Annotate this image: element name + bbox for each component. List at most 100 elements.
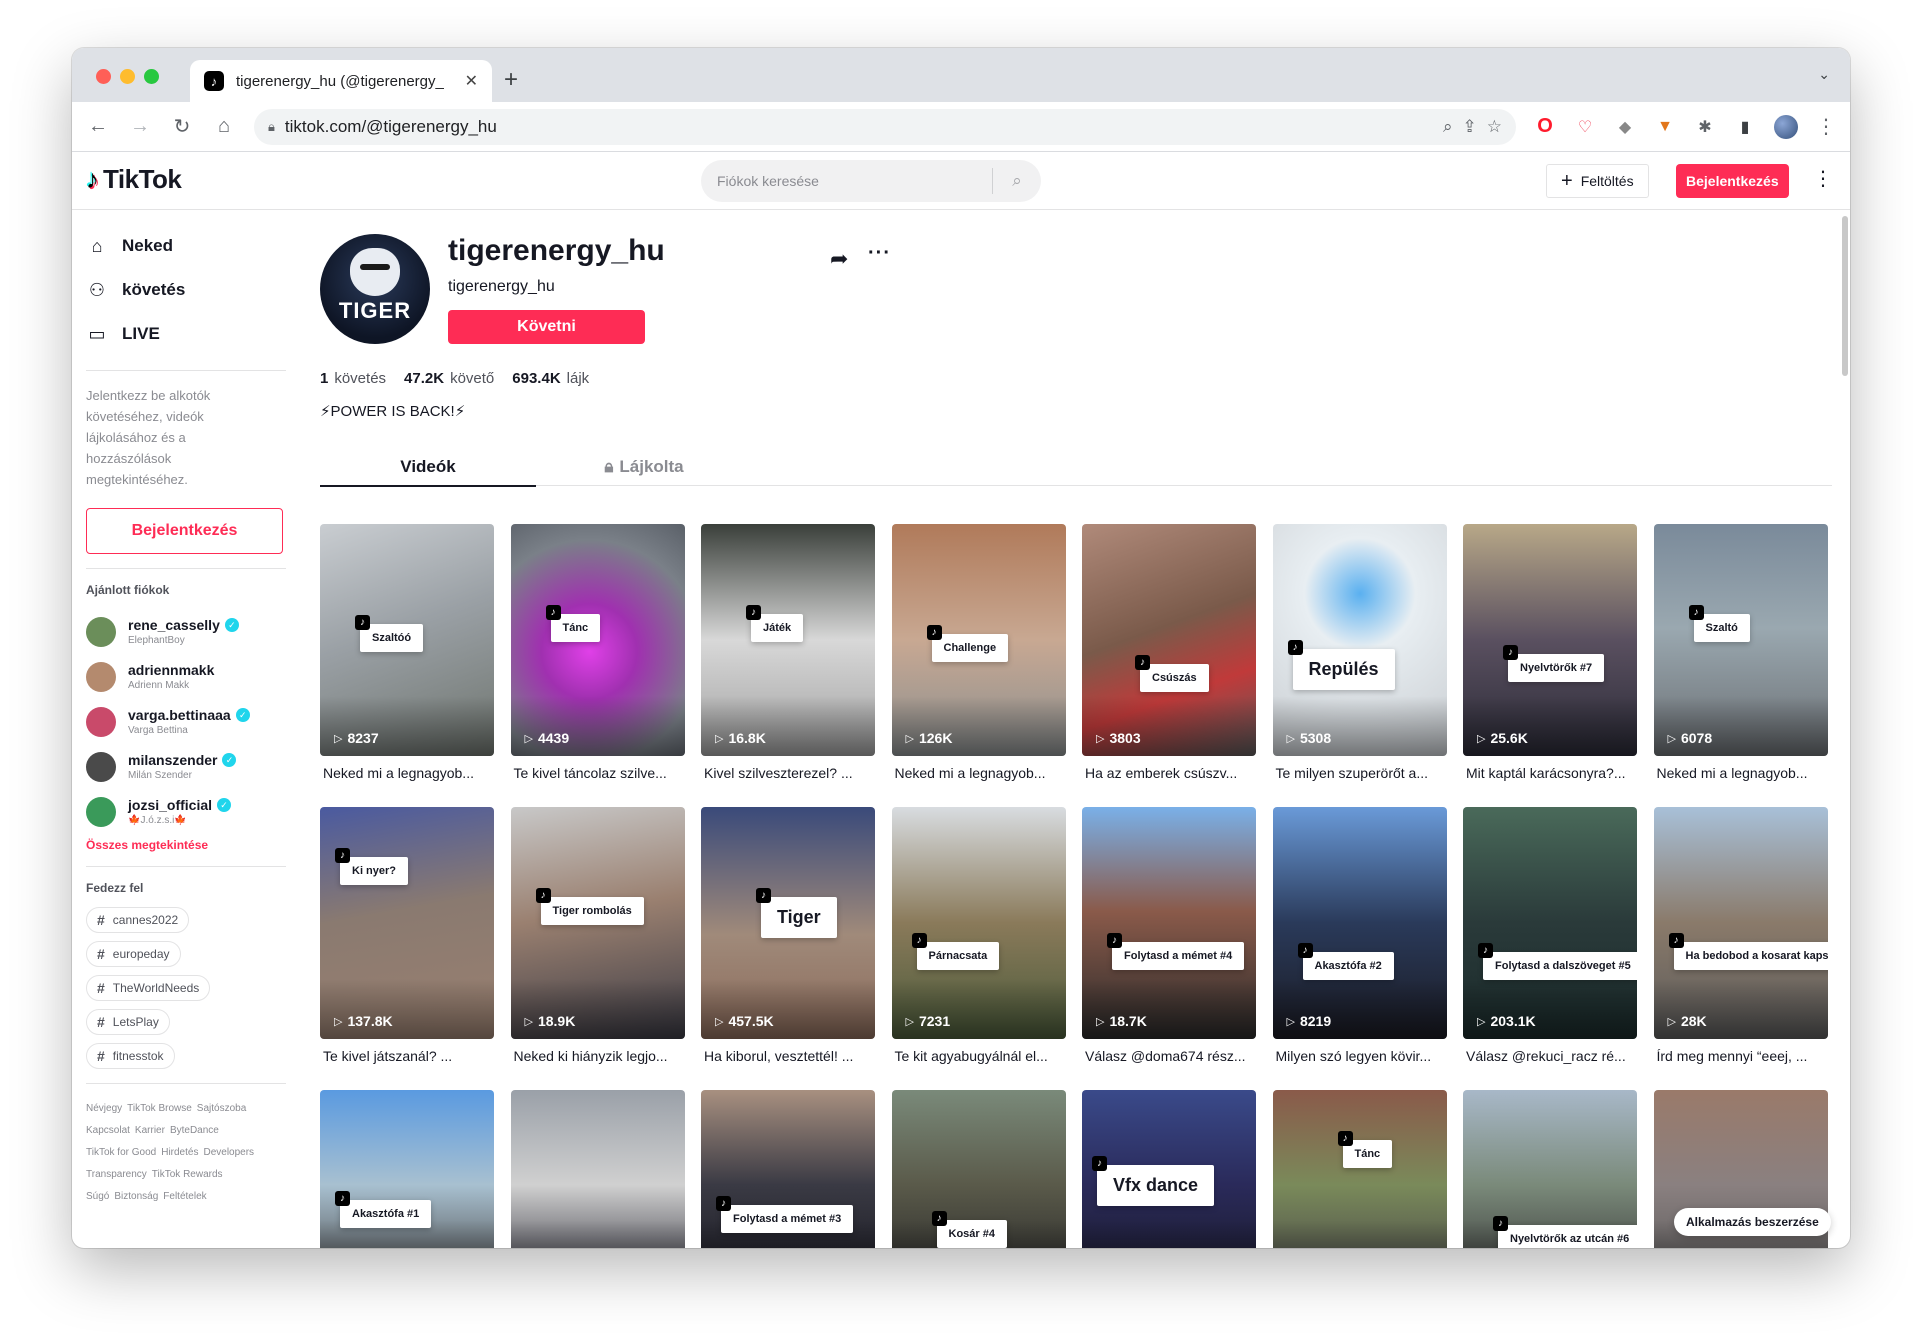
video-caption[interactable]: Mit kaptál karácsonyra?...	[1463, 765, 1637, 781]
video-caption[interactable]: Ha az emberek csúszv...	[1082, 765, 1256, 781]
header-more-icon[interactable]: ⋮	[1813, 166, 1833, 191]
video-thumbnail[interactable]: Csúszás ▷3803	[1082, 524, 1256, 756]
tab-search-chevron-icon[interactable]: ⌄	[1818, 66, 1830, 83]
video-caption[interactable]: Te kit agyabugyálnál el...	[892, 1048, 1066, 1064]
lock-icon[interactable]: 🔒︎	[268, 119, 275, 135]
footer-link[interactable]: TikTok Rewards	[152, 1169, 223, 1180]
close-window-button[interactable]	[96, 69, 111, 84]
footer-link[interactable]: ByteDance	[170, 1125, 219, 1136]
video-caption[interactable]: Milyen szó legyen kövir...	[1273, 1048, 1447, 1064]
video-thumbnail[interactable]: Folytasd a mémet #3	[701, 1090, 875, 1248]
video-thumbnail[interactable]: Folytasd a dalszöveget #5 ▷203.1K	[1463, 807, 1637, 1039]
url-text[interactable]: tiktok.com/@tigerenergy_hu	[285, 117, 1433, 137]
hashtag-chip[interactable]: # europeday	[86, 941, 181, 967]
footer-link[interactable]: Sajtószoba	[197, 1103, 246, 1114]
video-card[interactable]: Tánc ▷4439 Te kivel táncolaz szilve...	[510, 524, 685, 807]
video-thumbnail[interactable]: Tánc ▷4439	[510, 524, 685, 756]
video-thumbnail[interactable]: Párnacsata ▷7231	[891, 807, 1066, 1039]
dropbox-extension-icon[interactable]: ◆	[1614, 116, 1636, 138]
video-card[interactable]: Tiger ▷457.5K Ha kiborul, vesztettél! ...	[701, 807, 875, 1090]
footer-link[interactable]: TikTok Browse	[127, 1103, 192, 1114]
video-card[interactable]: Repülés ▷5308 Te milyen szuperörőt a...	[1272, 524, 1447, 807]
video-card[interactable]: Ha bedobod a kosarat kapsz egy Tigert! ▷2…	[1653, 807, 1828, 1090]
video-card[interactable]: Kosár #4	[891, 1090, 1066, 1248]
video-card[interactable]: Ki nyer? ▷137.8K Te kivel játszanál? ...	[320, 807, 494, 1090]
back-arrow-icon[interactable]: ←	[86, 115, 110, 138]
follow-button[interactable]: Követni	[448, 310, 645, 344]
video-card[interactable]: Folytasd a mémet #4 ▷18.7K Válasz @doma674…	[1082, 807, 1256, 1090]
suggested-account[interactable]: rene_casselly ✓ ElephantBoy	[86, 609, 286, 654]
header-login-button[interactable]: Bejelentkezés	[1676, 164, 1789, 198]
tiktok-logo[interactable]: ♪ TikTok	[86, 164, 182, 195]
hashtag-chip[interactable]: # fitnesstok	[86, 1043, 175, 1069]
video-card[interactable]: Csúszás ▷3803 Ha az emberek csúszv...	[1082, 524, 1256, 807]
search-input[interactable]	[717, 173, 992, 189]
video-caption[interactable]: Neked mi a legnagyob...	[892, 765, 1066, 781]
footer-link[interactable]: Karrier	[135, 1125, 165, 1136]
footer-link[interactable]: Feltételek	[163, 1191, 206, 1202]
extensions-puzzle-icon[interactable]: ✱	[1694, 116, 1716, 138]
avatar[interactable]	[86, 796, 116, 827]
close-tab-icon[interactable]: ✕	[465, 71, 478, 91]
address-bar[interactable]: 🔒︎ tiktok.com/@tigerenergy_hu ⌕ ⇪ ☆	[254, 108, 1516, 145]
footer-link[interactable]: Hirdetés	[161, 1147, 198, 1158]
video-thumbnail[interactable]: Challenge ▷126K	[891, 524, 1066, 756]
video-card[interactable]: Játék ▷16.8K Kivel szilveszterezel? ...	[701, 524, 875, 807]
video-caption[interactable]: Neked mi a legnagyob...	[1654, 765, 1828, 781]
video-thumbnail[interactable]: Nyelvtörők #7 ▷25.6K	[1463, 524, 1637, 756]
home-button-icon[interactable]: ⌂	[212, 115, 236, 138]
video-thumbnail[interactable]: Folytasd a mémet #4 ▷18.7K	[1082, 807, 1256, 1039]
pocket-extension-icon[interactable]: ♡	[1574, 116, 1596, 138]
forward-arrow-icon[interactable]: →	[128, 115, 152, 138]
browser-menu-icon[interactable]: ⋮	[1816, 114, 1836, 139]
footer-link[interactable]: Súgó	[86, 1191, 109, 1202]
video-card[interactable]: Nyelvtörők az utcán #6	[1463, 1090, 1637, 1248]
zoom-icon[interactable]: ⌕	[1443, 117, 1453, 137]
new-tab-icon[interactable]: +	[504, 66, 518, 94]
video-thumbnail[interactable]: Akasztófa #1	[320, 1090, 494, 1248]
video-card[interactable]	[510, 1090, 685, 1248]
video-caption[interactable]: Te kivel játszanál? ...	[320, 1048, 494, 1064]
video-caption[interactable]: Ha kiborul, vesztettél! ...	[701, 1048, 875, 1064]
avatar[interactable]	[86, 616, 116, 647]
video-thumbnail[interactable]: Ha bedobod a kosarat kapsz egy Tigert! ▷2…	[1653, 807, 1828, 1039]
sidebar-item-for-you[interactable]: ⌂ Neked	[86, 224, 286, 268]
opera-extension-icon[interactable]: O	[1534, 115, 1556, 138]
sidebar-item-following[interactable]: ⚇ követés	[86, 268, 286, 312]
more-options-icon[interactable]: ···	[868, 242, 891, 265]
avatar[interactable]	[86, 706, 116, 737]
search-icon[interactable]: ⌕	[993, 171, 1041, 191]
video-thumbnail[interactable]: Szaltó ▷6078	[1653, 524, 1828, 756]
video-card[interactable]: Nyelvtörők #7 ▷25.6K Mit kaptál karácsonyr…	[1463, 524, 1637, 807]
video-thumbnail[interactable]	[510, 1090, 685, 1248]
suggested-account[interactable]: milanszender ✓ Milán Szender	[86, 744, 286, 789]
suggested-account[interactable]: jozsi_official ✓ 🍁J.ó.z.s.i🍁	[86, 789, 286, 834]
video-caption[interactable]: Írd meg mennyi “eeej, ...	[1654, 1048, 1828, 1064]
upload-button[interactable]: + Feltöltés	[1546, 164, 1649, 198]
hashtag-chip[interactable]: # TheWorldNeeds	[86, 975, 211, 1001]
suggested-account[interactable]: adriennmakk Adrienn Makk	[86, 654, 286, 699]
footer-link[interactable]: Kapcsolat	[86, 1125, 130, 1136]
avatar[interactable]	[86, 751, 116, 782]
video-thumbnail[interactable]: Repülés ▷5308	[1272, 524, 1447, 756]
video-caption[interactable]: Válasz @rekuci_racz ré...	[1463, 1048, 1637, 1064]
maximize-window-button[interactable]	[144, 69, 159, 84]
video-card[interactable]: Szaltó ▷6078 Neked mi a legnagyob...	[1653, 524, 1828, 807]
following-stat[interactable]: 1 követés	[320, 370, 386, 387]
video-card[interactable]: Szaltóó ▷8237 Neked mi a legnagyob...	[320, 524, 494, 807]
video-card[interactable]: Vfx dance	[1082, 1090, 1256, 1248]
get-app-button[interactable]: Alkalmazás beszerzése	[1674, 1208, 1831, 1236]
video-thumbnail[interactable]: Kosár #4	[891, 1090, 1066, 1248]
footer-link[interactable]: Névjegy	[86, 1103, 122, 1114]
video-card[interactable]: Folytasd a dalszöveget #5 ▷203.1K Válasz @…	[1463, 807, 1637, 1090]
sidebar-login-button[interactable]: Bejelentkezés	[86, 508, 283, 554]
see-all-link[interactable]: Összes megtekintése	[86, 838, 286, 852]
avatar[interactable]	[86, 661, 116, 692]
video-thumbnail[interactable]: Szaltóó ▷8237	[320, 524, 494, 756]
video-caption[interactable]: Te kivel táncolaz szilve...	[511, 765, 685, 781]
tab-liked[interactable]: 🔒︎ Lájkolta	[536, 448, 752, 486]
video-card[interactable]: Tiger rombolás ▷18.9K Neked ki hiányzik le…	[510, 807, 685, 1090]
video-caption[interactable]: Neked ki hiányzik legjo...	[511, 1048, 685, 1064]
page-scrollbar[interactable]	[1842, 216, 1848, 376]
share-page-icon[interactable]: ⇪	[1463, 117, 1477, 137]
